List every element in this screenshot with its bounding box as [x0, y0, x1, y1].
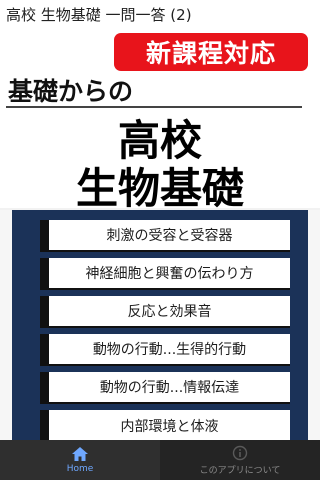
hero-title-line-2: 生物基礎	[75, 164, 244, 213]
info-icon	[232, 445, 248, 460]
nav-home-label: Home	[66, 464, 94, 474]
menu-item-communication[interactable]: 動物の行動...情報伝達	[40, 372, 290, 404]
app-title: 高校 生物基礎 一問一答 (2)	[0, 0, 320, 30]
chapter-menu: 刺激の受容と受容器 神経細胞と興奮の伝わり方 反応と効果音 動物の行動...生得…	[0, 208, 320, 442]
nav-home-tab[interactable]: Home	[0, 440, 160, 480]
new-curriculum-badge: 新課程対応	[114, 33, 308, 71]
menu-item-internal-environment[interactable]: 内部環境と体液	[40, 410, 290, 442]
menu-item-innate-behavior[interactable]: 動物の行動...生得的行動	[40, 334, 290, 366]
bottom-navigation: Home このアプリについて	[0, 440, 320, 480]
nav-about-label: このアプリについて	[199, 465, 281, 476]
menu-item-neuron-excitation[interactable]: 神経細胞と興奮の伝わり方	[40, 258, 290, 290]
home-icon	[72, 447, 88, 461]
hero-banner: 新課程対応 基礎からの 高校 生物基礎	[0, 30, 320, 213]
menu-left-margin	[0, 210, 12, 442]
menu-item-response-effectors[interactable]: 反応と効果音	[40, 296, 290, 328]
hero-subtitle: 基礎からの	[8, 77, 134, 106]
menu-right-margin	[308, 210, 320, 442]
nav-about-tab[interactable]: このアプリについて	[160, 440, 320, 480]
menu-item-stimulus-reception[interactable]: 刺激の受容と受容器	[40, 220, 290, 252]
